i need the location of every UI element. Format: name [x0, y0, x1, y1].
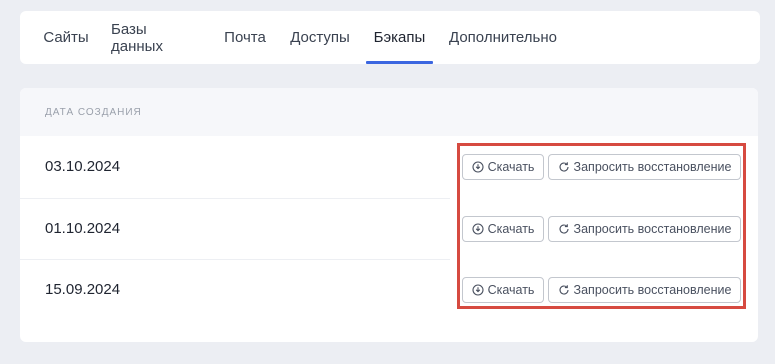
- download-button[interactable]: Скачать: [462, 276, 544, 303]
- download-circle-icon: [472, 160, 484, 173]
- tab-bar: Сайты Базы данных Почта Доступы Бэкапы Д…: [20, 11, 760, 64]
- backups-table: ДАТА СОЗДАНИЯ 03.10.2024 Скачать Запроси…: [20, 88, 758, 342]
- backup-date: 03.10.2024: [45, 158, 121, 175]
- refresh-icon: [558, 161, 570, 173]
- backup-date: 15.09.2024: [45, 281, 121, 298]
- tab-access[interactable]: Доступы: [289, 11, 351, 64]
- request-restore-button[interactable]: Запросить восстановление: [548, 276, 741, 303]
- tab-additional[interactable]: Дополнительно: [448, 11, 558, 64]
- table-row: 01.10.2024 Скачать Запросить восстановле…: [20, 198, 758, 259]
- tab-databases[interactable]: Базы данных: [111, 11, 201, 64]
- download-circle-icon: [472, 222, 484, 235]
- table-row: 03.10.2024 Скачать Запросить восстановле…: [20, 136, 758, 197]
- download-button[interactable]: Скачать: [462, 153, 544, 180]
- refresh-icon: [558, 284, 570, 296]
- download-button[interactable]: Скачать: [462, 215, 544, 242]
- tab-mail[interactable]: Почта: [224, 11, 266, 64]
- download-label: Скачать: [487, 221, 535, 236]
- download-label: Скачать: [487, 159, 535, 174]
- restore-label: Запросить восстановление: [573, 221, 732, 236]
- column-header-created-date: ДАТА СОЗДАНИЯ: [20, 88, 758, 136]
- request-restore-button[interactable]: Запросить восстановление: [548, 215, 741, 242]
- tab-backups[interactable]: Бэкапы: [366, 11, 433, 64]
- tab-sites[interactable]: Сайты: [43, 11, 88, 64]
- refresh-icon: [558, 223, 570, 235]
- download-label: Скачать: [487, 282, 535, 297]
- restore-label: Запросить восстановление: [573, 282, 732, 297]
- request-restore-button[interactable]: Запросить восстановление: [548, 153, 741, 180]
- backup-date: 01.10.2024: [45, 220, 121, 237]
- table-row: 15.09.2024 Скачать Запросить восстановле…: [20, 259, 758, 320]
- download-circle-icon: [472, 283, 484, 296]
- restore-label: Запросить восстановление: [573, 159, 732, 174]
